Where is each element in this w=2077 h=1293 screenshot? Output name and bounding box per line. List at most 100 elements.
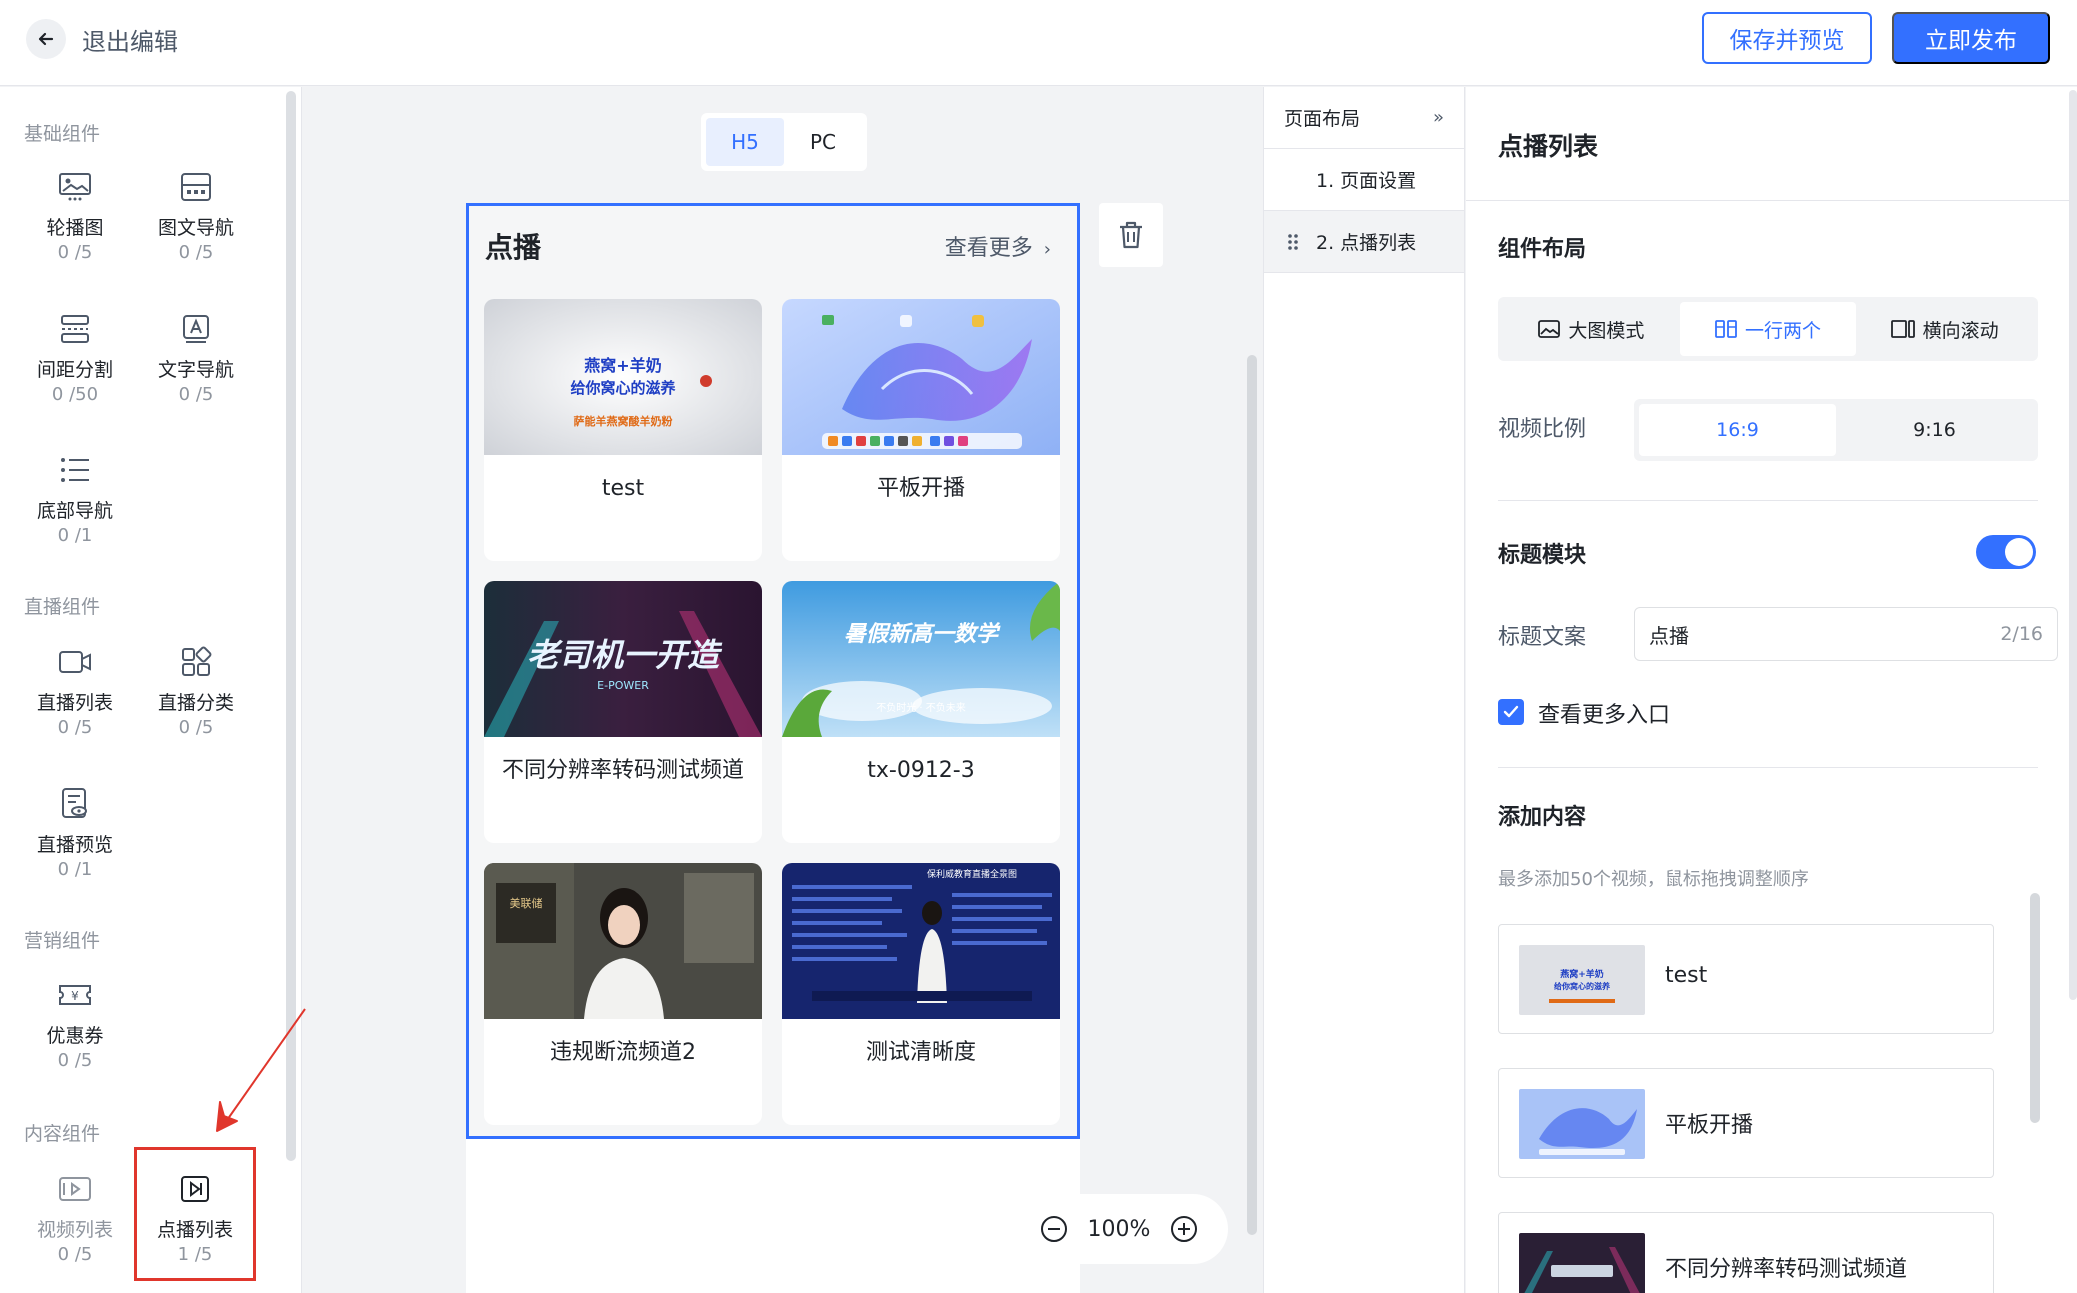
component-live-preview[interactable]: 直播预览 0 /1 bbox=[20, 784, 130, 880]
text-nav-icon bbox=[176, 309, 216, 349]
canvas-scrollbar[interactable] bbox=[1247, 355, 1257, 1235]
content-item-name: 不同分辨率转码测试频道 bbox=[1665, 1257, 1908, 1282]
video-list-icon bbox=[55, 1169, 95, 1209]
zoom-control: 100% bbox=[1010, 1194, 1228, 1264]
video-title: test bbox=[601, 476, 645, 501]
zoom-in-icon[interactable] bbox=[1170, 1215, 1198, 1243]
tab-pc[interactable]: PC bbox=[784, 118, 862, 166]
add-content-title: 添加内容 bbox=[1498, 805, 1587, 830]
component-name: 直播列表 bbox=[36, 692, 113, 714]
view-more-link[interactable]: 查看更多 › bbox=[945, 230, 1051, 262]
thumb-text: 老司机一开造 bbox=[527, 636, 723, 674]
two-column-icon bbox=[1715, 320, 1737, 338]
component-spacing[interactable]: 间距分割 0 /50 bbox=[20, 309, 130, 405]
video-ratio-label: 视频比例 bbox=[1498, 417, 1587, 442]
video-card[interactable]: 暑假新高一数学 不负时光 · 不负未来 tx-0912-3 bbox=[782, 581, 1060, 843]
horizontal-scroll-icon bbox=[1890, 320, 1915, 338]
component-live-list[interactable]: 直播列表 0 /5 bbox=[20, 642, 130, 738]
video-thumbnail: 燕窝+羊奶 给你窝心的滋养 萨能羊燕窝酸羊奶粉 bbox=[484, 299, 762, 455]
add-content-hint: 最多添加50个视频，鼠标拖拽调整顺序 bbox=[1498, 869, 1809, 890]
sidebar-scrollbar[interactable] bbox=[286, 91, 296, 1161]
video-card[interactable]: 老司机一开造 E-POWER 不同分辨率转码测试频道 bbox=[484, 581, 762, 843]
ratio-16-9[interactable]: 16:9 bbox=[1639, 404, 1836, 456]
component-count: 1 /5 bbox=[177, 1244, 213, 1265]
block-title: 点播 bbox=[485, 231, 542, 264]
tab-h5[interactable]: H5 bbox=[706, 118, 784, 166]
spacing-icon bbox=[55, 309, 95, 349]
outline-item-label: 2. 点播列表 bbox=[1316, 232, 1417, 254]
component-count: 0 /1 bbox=[57, 859, 93, 880]
annotation-arrow bbox=[216, 1008, 306, 1132]
video-title: tx-0912-3 bbox=[867, 758, 975, 783]
component-carousel[interactable]: 轮播图 0 /5 bbox=[20, 167, 130, 263]
layout-option-large[interactable]: 大图模式 bbox=[1503, 302, 1680, 356]
layout-option-label: 横向滚动 bbox=[1922, 319, 1999, 342]
component-video-list[interactable]: 视频列表 0 /5 bbox=[20, 1169, 130, 1265]
divider bbox=[1466, 200, 2077, 201]
component-text-nav[interactable]: 文字导航 0 /5 bbox=[141, 309, 251, 405]
component-vod-list[interactable]: 点播列表 1 /5 bbox=[134, 1147, 256, 1281]
component-bottom-nav[interactable]: 底部导航 0 /1 bbox=[20, 450, 130, 546]
thumb-text: 萨能羊燕窝酸羊奶粉 bbox=[574, 414, 673, 428]
content-item-name: test bbox=[1665, 963, 1708, 988]
outline-item-vod-list[interactable]: 2. 点播列表 bbox=[1264, 211, 1464, 273]
thumb-text: 暑假新高一数学 bbox=[844, 621, 1001, 647]
component-count: 0 /1 bbox=[57, 525, 93, 546]
live-list-icon bbox=[55, 642, 95, 682]
content-item[interactable]: 燕窝+羊奶 给你窝心的滋养 test bbox=[1498, 924, 1994, 1034]
view-more-label[interactable]: 查看更多入口 bbox=[1538, 697, 1670, 729]
video-title: 测试清晰度 bbox=[865, 1040, 976, 1065]
video-card[interactable]: 美联储 违规断流频道2 bbox=[484, 863, 762, 1125]
properties-panel: 点播列表 组件布局 大图模式 一行两个 横向滚动 视频比例 16:9 9:16 … bbox=[1466, 87, 2077, 1293]
video-card[interactable]: 平板开播 bbox=[782, 299, 1060, 561]
layout-option-horizontal-scroll[interactable]: 横向滚动 bbox=[1856, 302, 2033, 356]
group-title-content: 内容组件 bbox=[24, 1123, 101, 1145]
drag-handle-icon[interactable] bbox=[1288, 233, 1298, 251]
editor-canvas: H5 PC 点播 查看更多 › 燕窝+羊奶 给你窝心的滋养 萨能羊燕窝酸羊奶粉 … bbox=[303, 87, 1263, 1293]
publish-button[interactable]: 立即发布 bbox=[1892, 12, 2050, 64]
outline-item-page-settings[interactable]: 1. 页面设置 bbox=[1264, 149, 1464, 211]
properties-scrollbar[interactable] bbox=[2030, 893, 2040, 1123]
thumb-text: 不负时光 · 不负未来 bbox=[876, 701, 966, 714]
content-thumbnail: 燕窝+羊奶 给你窝心的滋养 bbox=[1519, 945, 1645, 1015]
video-thumbnail bbox=[782, 299, 1060, 455]
video-thumbnail: 暑假新高一数学 不负时光 · 不负未来 bbox=[782, 581, 1060, 737]
component-name: 视频列表 bbox=[36, 1219, 113, 1241]
page-layout-header: 页面布局 » bbox=[1264, 87, 1464, 149]
layout-option-two-per-row[interactable]: 一行两个 bbox=[1679, 302, 1857, 356]
video-thumbnail: 美联储 bbox=[484, 863, 762, 1019]
component-coupon[interactable]: ¥ 优惠券 0 /5 bbox=[20, 975, 130, 1071]
thumb-text: 燕窝+羊奶 bbox=[1560, 968, 1604, 980]
video-title: 违规断流频道2 bbox=[550, 1040, 696, 1065]
content-item[interactable]: 平板开播 bbox=[1498, 1068, 1994, 1178]
title-text-input[interactable]: 点播 2/16 bbox=[1634, 607, 2058, 661]
view-more-checkbox[interactable] bbox=[1498, 699, 1524, 725]
save-preview-button[interactable]: 保存并预览 bbox=[1702, 12, 1872, 64]
back-button[interactable] bbox=[26, 19, 66, 59]
title-text-counter: 2/16 bbox=[2000, 623, 2043, 645]
video-thumbnail: 保利威教育直播全景图 bbox=[782, 863, 1060, 1019]
thumb-text: E-POWER bbox=[597, 679, 649, 692]
exit-edit-label[interactable]: 退出编辑 bbox=[82, 22, 178, 57]
component-name: 直播分类 bbox=[157, 692, 234, 714]
layout-section-title: 组件布局 bbox=[1498, 237, 1587, 262]
vod-list-block[interactable]: 点播 查看更多 › 燕窝+羊奶 给你窝心的滋养 萨能羊燕窝酸羊奶粉 test 平… bbox=[466, 203, 1080, 1139]
component-image-nav[interactable]: 图文导航 0 /5 bbox=[141, 167, 251, 263]
arrow-left-icon bbox=[38, 32, 54, 46]
component-name: 直播预览 bbox=[36, 834, 113, 856]
video-card[interactable]: 燕窝+羊奶 给你窝心的滋养 萨能羊燕窝酸羊奶粉 test bbox=[484, 299, 762, 561]
component-name: 图文导航 bbox=[157, 217, 234, 239]
video-ratio-selector: 16:9 9:16 bbox=[1634, 399, 2038, 461]
content-item[interactable]: 不同分辨率转码测试频道 bbox=[1498, 1212, 1994, 1293]
video-card[interactable]: 保利威教育直播全景图 测试清晰度 bbox=[782, 863, 1060, 1125]
title-module-toggle[interactable] bbox=[1976, 535, 2036, 569]
page-scrollbar[interactable] bbox=[2069, 90, 2077, 1000]
component-count: 0 /5 bbox=[178, 242, 214, 263]
live-category-icon bbox=[176, 642, 216, 682]
delete-block-button[interactable] bbox=[1099, 203, 1163, 267]
ratio-9-16[interactable]: 9:16 bbox=[1836, 404, 2033, 456]
zoom-out-icon[interactable] bbox=[1040, 1215, 1068, 1243]
component-live-category[interactable]: 直播分类 0 /5 bbox=[141, 642, 251, 738]
collapse-icon[interactable]: » bbox=[1433, 107, 1444, 128]
layout-option-label: 大图模式 bbox=[1568, 319, 1645, 342]
